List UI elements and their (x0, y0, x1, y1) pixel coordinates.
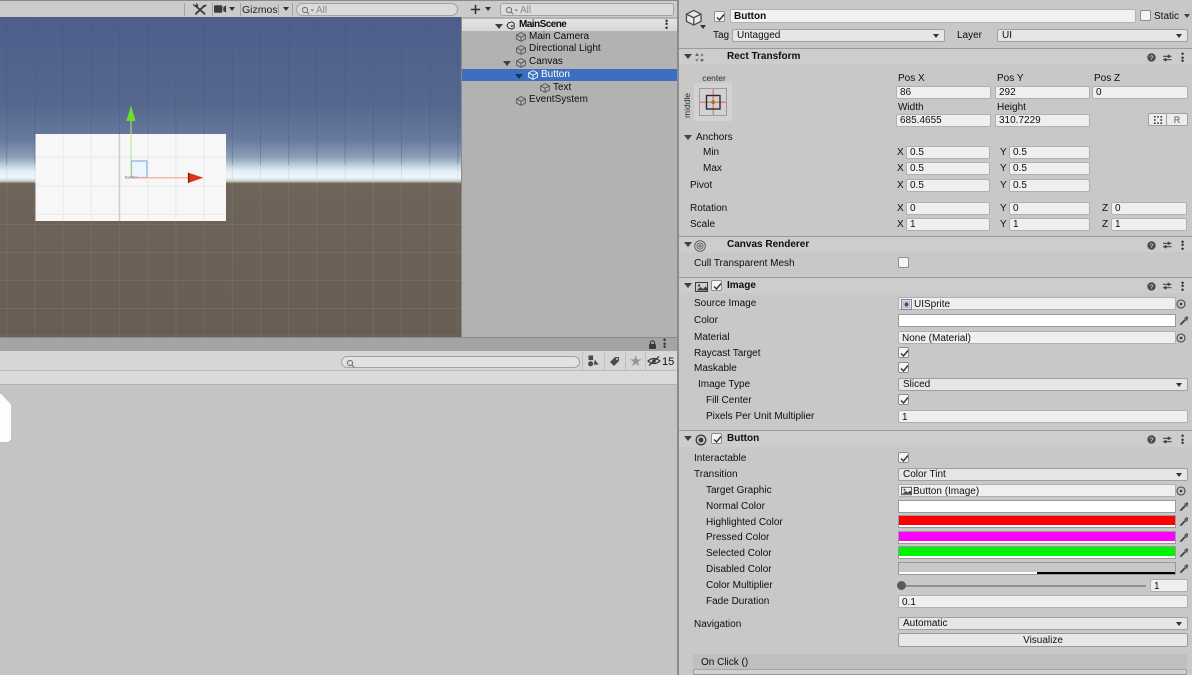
svg-text:?: ? (1149, 243, 1153, 250)
svg-text:?: ? (1149, 55, 1153, 62)
svg-text:?: ? (1149, 284, 1153, 291)
svg-text:Button: Button (125, 175, 138, 180)
svg-text:?: ? (1149, 437, 1153, 444)
